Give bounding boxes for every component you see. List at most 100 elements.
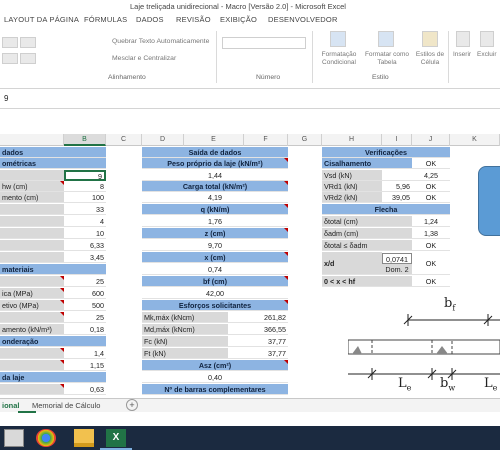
column-header-i[interactable]: I [382,134,412,146]
comment-marker[interactable] [60,276,64,280]
column-header-b[interactable]: B [64,134,106,146]
column-header-h[interactable]: H [322,134,382,146]
geom-value[interactable]: 4 [64,216,106,227]
formula-value[interactable]: 9 [4,94,8,103]
comment-marker[interactable] [284,300,288,304]
indent-decrease-button[interactable] [2,53,18,64]
comment-marker[interactable] [284,204,288,208]
format-table-label-2[interactable]: Tabela [362,59,412,66]
deflection-header: Flecha [322,204,450,215]
material-value[interactable]: 600 [64,288,106,299]
tab-formulas[interactable]: FÓRMULAS [84,15,127,24]
sheet-tab-active[interactable]: ional [2,401,20,410]
chrome-icon[interactable] [36,429,56,447]
material-value[interactable]: 500 [64,300,106,311]
column-header-k[interactable]: K [450,134,500,146]
add-sheet-icon[interactable]: + [126,399,138,411]
cell-styles-label-2[interactable]: Célula [412,59,448,66]
comment-marker[interactable] [60,348,64,352]
geom-value-selected[interactable]: 9 [64,170,106,181]
deflection-result: 1,38 [412,228,450,239]
comment-marker[interactable] [60,384,64,388]
comment-marker[interactable] [60,360,64,364]
tab-page-layout[interactable]: LAYOUT DA PÁGINA [4,15,79,24]
column-header-g[interactable]: G [288,134,322,146]
format-table-label[interactable]: Formatar como [362,51,412,58]
geom-value[interactable]: 33 [64,204,106,215]
weighting-value[interactable]: 1,4 [64,348,106,359]
geom-value[interactable]: 10 [64,228,106,239]
macro-shape-button[interactable] [478,166,500,236]
geom-value[interactable]: 100 [64,192,106,203]
shear-row-value [382,170,412,181]
weighting-value[interactable]: 1,15 [64,360,106,371]
delete-button[interactable]: Excluir [477,51,497,58]
material-value[interactable]: 0,18 [64,324,106,335]
comment-marker[interactable] [284,228,288,232]
shear-row-result: OK [412,181,450,192]
conditional-format-label[interactable]: Formatação [316,51,362,58]
le-symbol: Le [398,376,412,393]
column-header-e[interactable]: E [184,134,244,146]
comment-marker[interactable] [284,360,288,364]
tab-view[interactable]: EXIBIÇÃO [220,15,257,24]
xd-result: OK [412,252,450,275]
q-label: q (kN/m) [142,204,288,215]
insert-button[interactable]: Inserir [453,51,471,58]
comment-marker[interactable] [60,312,64,316]
material-label: etivo (MPa) [0,300,64,311]
conditional-format-label-2[interactable]: Condicional [316,59,362,66]
title-bar: Laje treliçada unidirecional - Macro [Ve… [0,0,500,13]
group-alignment-label: Alinhamento [108,74,146,81]
insert-icon[interactable] [456,31,470,47]
column-header-f[interactable]: F [244,134,288,146]
orientation-button[interactable] [20,37,36,48]
geom-value[interactable]: 8 [64,181,106,192]
comment-marker[interactable] [60,288,64,292]
wrap-text-button[interactable]: Quebrar Texto Automaticamente [112,38,209,45]
tab-data[interactable]: DADOS [136,15,164,24]
sheet-tab-memorial[interactable]: Memorial de Cálculo [32,401,100,410]
conditional-format-icon[interactable] [330,31,346,47]
number-format-dropdown[interactable] [222,37,306,49]
column-header-c[interactable]: C [106,134,142,146]
weighting-header: onderação [0,336,106,347]
indent-increase-button[interactable] [20,53,36,64]
formula-bar[interactable]: 9 [0,89,500,109]
shear-row-value: 5,96 [382,181,412,192]
cell-styles-label[interactable]: Estilos de [412,51,448,58]
cell-styles-icon[interactable] [422,31,438,47]
tab-review[interactable]: REVISÃO [176,15,211,24]
align-left-button[interactable] [2,37,18,48]
material-label: ica (MPa) [0,288,64,299]
slab-value[interactable]: 0,63 [64,384,106,395]
column-header-j[interactable]: J [412,134,450,146]
self-weight-label: Peso próprio da laje (kN/m²) [142,158,288,169]
column-header-a[interactable] [0,134,64,146]
delete-icon[interactable] [480,31,494,47]
comment-marker[interactable] [284,181,288,185]
geom-value[interactable]: 3,45 [64,252,106,263]
format-table-icon[interactable] [378,31,394,47]
geom-label [0,170,64,181]
geom-label: mento (cm) [0,192,64,203]
deflection-label: δadm (cm) [322,228,412,239]
force-value: 37,77 [228,336,288,347]
deflection-label: δtotal ≤ δadm [322,240,412,251]
material-value[interactable]: 25 [64,276,106,287]
column-header-d[interactable]: D [142,134,184,146]
material-value[interactable]: 25 [64,312,106,323]
materials-header: materiais [0,264,106,275]
comment-marker[interactable] [284,276,288,280]
comment-marker[interactable] [284,158,288,162]
force-value: 37,77 [228,348,288,359]
comment-marker[interactable] [60,181,64,185]
folder-icon[interactable] [74,429,94,447]
comment-marker[interactable] [60,300,64,304]
geom-value[interactable]: 6,33 [64,240,106,251]
terminal-icon[interactable] [4,429,24,447]
comment-marker[interactable] [284,252,288,256]
excel-icon[interactable]: X [106,429,126,447]
tab-developer[interactable]: DESENVOLVEDOR [268,15,338,24]
merge-center-button[interactable]: Mesclar e Centralizar [112,55,176,62]
